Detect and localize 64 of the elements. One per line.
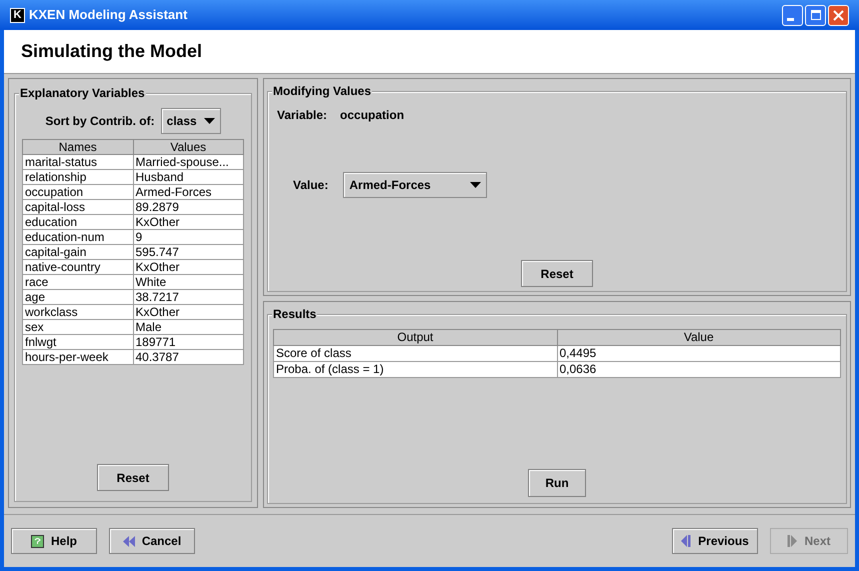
column-header[interactable]: Output: [274, 330, 557, 346]
table-cell: Male: [133, 320, 244, 334]
table-cell: Proba. of (class = 1): [274, 362, 557, 378]
help-button[interactable]: Help: [11, 528, 97, 554]
help-icon: [30, 534, 44, 548]
table-cell: education: [22, 214, 133, 230]
table-cell: race: [22, 274, 133, 290]
close-button[interactable]: [828, 4, 849, 26]
table-cell: KxOther: [133, 304, 244, 320]
minimize-button[interactable]: [782, 4, 803, 26]
table-cell: marital-status: [22, 154, 133, 170]
page-title: Simulating the Model: [21, 40, 202, 63]
table-cell: KxOther: [133, 214, 244, 230]
table-cell: age: [22, 290, 133, 304]
double-left-arrow-icon: [122, 536, 135, 546]
table-cell: fnlwgt: [22, 334, 133, 350]
reset-button[interactable]: Reset: [521, 260, 593, 287]
table-cell: capital-gain: [22, 244, 133, 260]
table-cell: hours-per-week: [22, 350, 133, 364]
variable-label: Variable:: [277, 107, 328, 124]
table-cell: 89.2879: [133, 200, 244, 214]
value-dropdown[interactable]: Armed-Forces: [343, 172, 488, 198]
group-title: Explanatory Variables: [19, 86, 146, 100]
table-cell: Married-spouse...: [133, 154, 244, 170]
table-cell: White: [133, 274, 244, 290]
previous-button[interactable]: Previous: [672, 528, 758, 554]
column-header[interactable]: Value: [557, 330, 840, 346]
column-header[interactable]: Values: [133, 140, 244, 154]
table-cell: 38.7217: [133, 290, 244, 304]
table-cell: KxOther: [133, 260, 244, 274]
table-cell: 0,4495: [557, 346, 840, 362]
cancel-button[interactable]: Cancel: [109, 528, 195, 554]
table-cell: Armed-Forces: [133, 184, 244, 200]
table-cell: sex: [22, 320, 133, 334]
maximize-button[interactable]: [805, 4, 826, 26]
table-cell: 40.3787: [133, 350, 244, 364]
table-cell: 595.747: [133, 244, 244, 260]
table-cell: education-num: [22, 230, 133, 244]
sort-label: Sort by Contrib. of:: [45, 113, 155, 130]
column-header[interactable]: Names: [22, 140, 133, 154]
caret-icon: [204, 118, 215, 124]
value-label: Value:: [293, 177, 328, 194]
table-cell: workclass: [22, 304, 133, 320]
table-cell: relationship: [22, 170, 133, 184]
table-cell: occupation: [22, 184, 133, 200]
group-title: Modifying Values: [272, 84, 372, 98]
variable-value: occupation: [340, 107, 404, 124]
previous-icon: [681, 535, 692, 547]
table-cell: 9: [133, 230, 244, 244]
table-cell: 189771: [133, 334, 244, 350]
table-cell: 0,0636: [557, 362, 840, 378]
caret-icon: [470, 182, 482, 188]
close-icon: [833, 10, 844, 20]
window-title: KXEN Modeling Assistant: [29, 6, 188, 24]
table-cell: capital-loss: [22, 200, 133, 214]
run-button[interactable]: Run: [528, 469, 586, 497]
table-cell: Husband: [133, 170, 244, 184]
table-cell: native-country: [22, 260, 133, 274]
next-icon: [787, 535, 798, 547]
sort-dropdown[interactable]: class: [160, 108, 221, 134]
reset-button[interactable]: Reset: [97, 464, 169, 491]
app-icon: K: [10, 8, 25, 22]
group-title: Results: [272, 307, 318, 321]
table-cell: Score of class: [274, 346, 557, 362]
